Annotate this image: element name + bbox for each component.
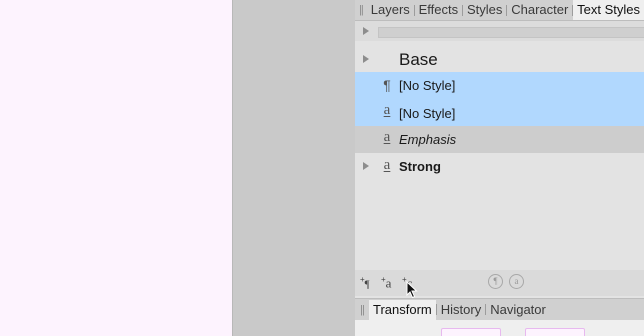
style-label: [No Style] bbox=[399, 106, 456, 121]
paragraph-style-icon: ¶ bbox=[383, 77, 391, 93]
tab-styles[interactable]: Styles bbox=[463, 0, 506, 20]
style-label: Emphasis bbox=[399, 132, 457, 147]
lower-panel-tab-bar: || Transform History Navigator bbox=[355, 298, 644, 320]
style-group-base[interactable]: Base bbox=[355, 46, 644, 72]
style-item[interactable]: a [No Style] bbox=[355, 99, 644, 126]
style-label: Strong bbox=[399, 159, 441, 174]
tab-history[interactable]: History bbox=[437, 300, 485, 320]
panel-toolbar: +¶ +a +c ¶ a bbox=[355, 270, 644, 296]
tab-navigator[interactable]: Navigator bbox=[486, 300, 550, 320]
expand-triangle-icon[interactable] bbox=[363, 27, 369, 35]
style-label: [No Style] bbox=[399, 78, 456, 93]
panel-grip-icon[interactable]: || bbox=[355, 300, 369, 320]
document-canvas[interactable] bbox=[0, 0, 232, 336]
transform-y-field[interactable] bbox=[525, 328, 585, 336]
apply-paragraph-style-icon[interactable]: ¶ bbox=[488, 274, 503, 289]
tab-effects[interactable]: Effects bbox=[415, 0, 463, 20]
transform-panel-body bbox=[355, 320, 644, 336]
character-style-icon: a bbox=[383, 102, 391, 118]
panel-tab-bar: || Layers Effects Styles Character Text … bbox=[355, 0, 644, 21]
tab-layers[interactable]: Layers bbox=[367, 0, 414, 20]
mouse-cursor-icon bbox=[406, 281, 418, 299]
transform-x-field[interactable] bbox=[441, 328, 501, 336]
style-item[interactable]: a Strong bbox=[355, 153, 644, 180]
search-field[interactable] bbox=[378, 27, 644, 38]
tab-text-styles[interactable]: Text Styles bbox=[573, 0, 644, 20]
disclosure-triangle-icon[interactable] bbox=[363, 55, 369, 63]
tab-transform[interactable]: Transform bbox=[369, 299, 436, 320]
disclosure-triangle-icon[interactable] bbox=[363, 162, 369, 170]
apply-character-style-icon[interactable]: a bbox=[509, 274, 524, 289]
add-character-style-button[interactable]: +a bbox=[381, 275, 391, 291]
pasteboard-area[interactable] bbox=[233, 0, 355, 336]
style-item[interactable]: ¶ [No Style] bbox=[355, 72, 644, 99]
group-label: Base bbox=[399, 50, 438, 69]
tab-character[interactable]: Character bbox=[507, 0, 572, 20]
add-paragraph-style-button[interactable]: +¶ bbox=[360, 275, 370, 291]
style-item[interactable]: a Emphasis bbox=[355, 126, 644, 153]
character-style-icon: a bbox=[383, 157, 391, 173]
text-styles-panel: || Layers Effects Styles Character Text … bbox=[355, 0, 644, 336]
character-style-icon: a bbox=[383, 129, 391, 145]
panel-grip-icon[interactable]: || bbox=[355, 0, 367, 20]
filter-row bbox=[355, 21, 644, 41]
